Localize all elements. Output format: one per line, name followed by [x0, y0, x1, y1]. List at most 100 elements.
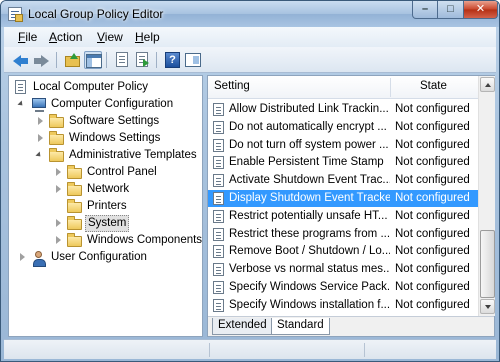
collapsed-arrow-icon[interactable] — [54, 185, 63, 194]
list-item[interactable]: Allow Distributed Link Trackin... Not con… — [208, 101, 478, 118]
properties-icon — [116, 52, 128, 67]
setting-name: Remove Boot / Shutdown / Lo... — [229, 245, 390, 258]
setting-name: Verbose vs normal status mes... — [229, 263, 390, 276]
setting-state: Not configured — [395, 245, 470, 258]
minimize-button[interactable]: – — [412, 1, 438, 19]
policy-setting-icon — [213, 245, 224, 259]
setting-name: Specify Windows installation f... — [229, 298, 390, 311]
policy-editor-icon — [8, 7, 23, 22]
list-item[interactable]: Display Shutdown Event Tracker Not config… — [208, 190, 478, 207]
status-section — [364, 343, 365, 357]
menu-file[interactable]: File — [18, 30, 37, 44]
setting-name: Do not automatically encrypt ... — [229, 120, 387, 133]
column-header-state[interactable]: State — [420, 80, 447, 92]
setting-state: Not configured — [395, 120, 470, 133]
show-action-pane-button[interactable] — [184, 51, 202, 69]
menu-action[interactable]: Action — [49, 30, 82, 44]
folder-icon — [49, 148, 65, 163]
expanded-arrow-icon[interactable] — [17, 100, 27, 109]
list-item[interactable]: Do not turn off system power ... Not conf… — [208, 137, 478, 154]
policy-setting-icon — [213, 192, 224, 205]
list-item[interactable]: Specify Windows Service Pack... Not confi… — [208, 279, 478, 296]
setting-state: Not configured — [395, 263, 470, 276]
setting-name: Allow Distributed Link Trackin... — [229, 103, 389, 115]
setting-name: Do not turn off system power ... — [229, 138, 389, 151]
policy-document-icon — [13, 80, 29, 95]
column-header-setting[interactable]: Setting — [214, 80, 250, 92]
tab-extended[interactable]: Extended — [212, 318, 273, 335]
close-button[interactable]: ✕ — [464, 1, 498, 19]
help-icon: ? — [165, 52, 180, 68]
list-item[interactable]: Enable Persistent Time Stamp Not configur… — [208, 154, 478, 171]
collapsed-arrow-icon[interactable] — [54, 236, 63, 245]
folder-up-icon — [65, 53, 80, 67]
scroll-up-arrow-icon[interactable] — [480, 77, 495, 92]
action-pane-icon — [185, 53, 201, 67]
toolbar: ? — [4, 47, 496, 73]
menu-help[interactable]: Help — [135, 30, 160, 44]
folder-icon — [67, 165, 83, 180]
scroll-down-arrow-icon[interactable] — [480, 299, 495, 314]
status-section — [209, 343, 210, 357]
folder-icon — [67, 182, 83, 197]
up-one-level-button[interactable] — [64, 51, 82, 69]
folder-icon — [67, 199, 83, 214]
policy-setting-icon — [213, 263, 224, 277]
forward-button[interactable] — [32, 51, 50, 69]
folder-icon — [67, 216, 83, 231]
user-icon — [31, 250, 47, 267]
tab-standard[interactable]: Standard — [271, 318, 330, 335]
expanded-arrow-icon[interactable] — [35, 151, 45, 160]
policy-setting-icon — [213, 103, 224, 116]
setting-state: Not configured — [395, 156, 470, 169]
computer-icon — [31, 97, 47, 112]
setting-name: Activate Shutdown Event Trac... — [229, 174, 390, 187]
scrollbar-thumb[interactable] — [480, 230, 495, 298]
policy-setting-icon — [213, 156, 224, 170]
folder-icon — [49, 114, 65, 129]
policy-setting-icon — [213, 227, 224, 241]
list-header: Setting State — [208, 76, 478, 99]
collapsed-arrow-icon[interactable] — [36, 134, 45, 143]
status-bar — [4, 339, 496, 359]
policy-setting-icon — [213, 138, 224, 152]
toolbar-separator — [56, 52, 57, 68]
list-item[interactable]: Restrict these programs from ... Not conf… — [208, 226, 478, 243]
console-tree-icon — [86, 54, 102, 68]
view-tabs: Extended Standard — [208, 316, 494, 336]
show-hide-tree-button[interactable] — [84, 51, 102, 69]
title-bar[interactable]: Local Group Policy Editor – □ ✕ — [1, 1, 499, 27]
export-list-icon — [136, 52, 149, 67]
menu-bar: File Action View Help — [4, 27, 496, 47]
list-item[interactable]: Do not automatically encrypt ... Not conf… — [208, 119, 478, 136]
window-title: Local Group Policy Editor — [28, 7, 164, 21]
menu-view[interactable]: View — [97, 30, 123, 44]
list-item[interactable]: Remove Boot / Shutdown / Lo... Not config… — [208, 243, 478, 260]
back-button[interactable] — [12, 51, 30, 69]
properties-button[interactable] — [113, 51, 131, 69]
help-button[interactable]: ? — [163, 51, 181, 69]
column-divider[interactable] — [390, 78, 391, 97]
collapsed-arrow-icon[interactable] — [36, 117, 45, 126]
policy-setting-icon — [213, 174, 224, 188]
setting-state: Not configured — [395, 281, 470, 293]
vertical-scrollbar[interactable] — [478, 76, 495, 316]
setting-name: Display Shutdown Event Tracker — [229, 192, 390, 204]
export-list-button[interactable] — [133, 51, 151, 69]
collapsed-arrow-icon[interactable] — [54, 219, 63, 228]
setting-state: Not configured — [395, 103, 470, 115]
setting-state: Not configured — [395, 138, 470, 151]
app-window: Local Group Policy Editor – □ ✕ File Act… — [0, 0, 500, 362]
collapsed-arrow-icon[interactable] — [54, 168, 63, 177]
list-item[interactable]: Restrict potentially unsafe HT... Not con… — [208, 208, 478, 225]
list-item[interactable]: Specify Windows installation f... Not con… — [208, 297, 478, 314]
list-item[interactable]: Verbose vs normal status mes... Not confi… — [208, 261, 478, 278]
collapsed-arrow-icon[interactable] — [18, 253, 27, 262]
policy-setting-icon — [213, 209, 224, 223]
list-item[interactable]: Activate Shutdown Event Trac... Not confi… — [208, 172, 478, 189]
policy-setting-icon — [213, 298, 224, 312]
maximize-button[interactable]: □ — [438, 1, 464, 19]
folder-icon — [67, 233, 83, 248]
folder-icon — [49, 131, 65, 146]
setting-name: Specify Windows Service Pack... — [229, 281, 390, 293]
